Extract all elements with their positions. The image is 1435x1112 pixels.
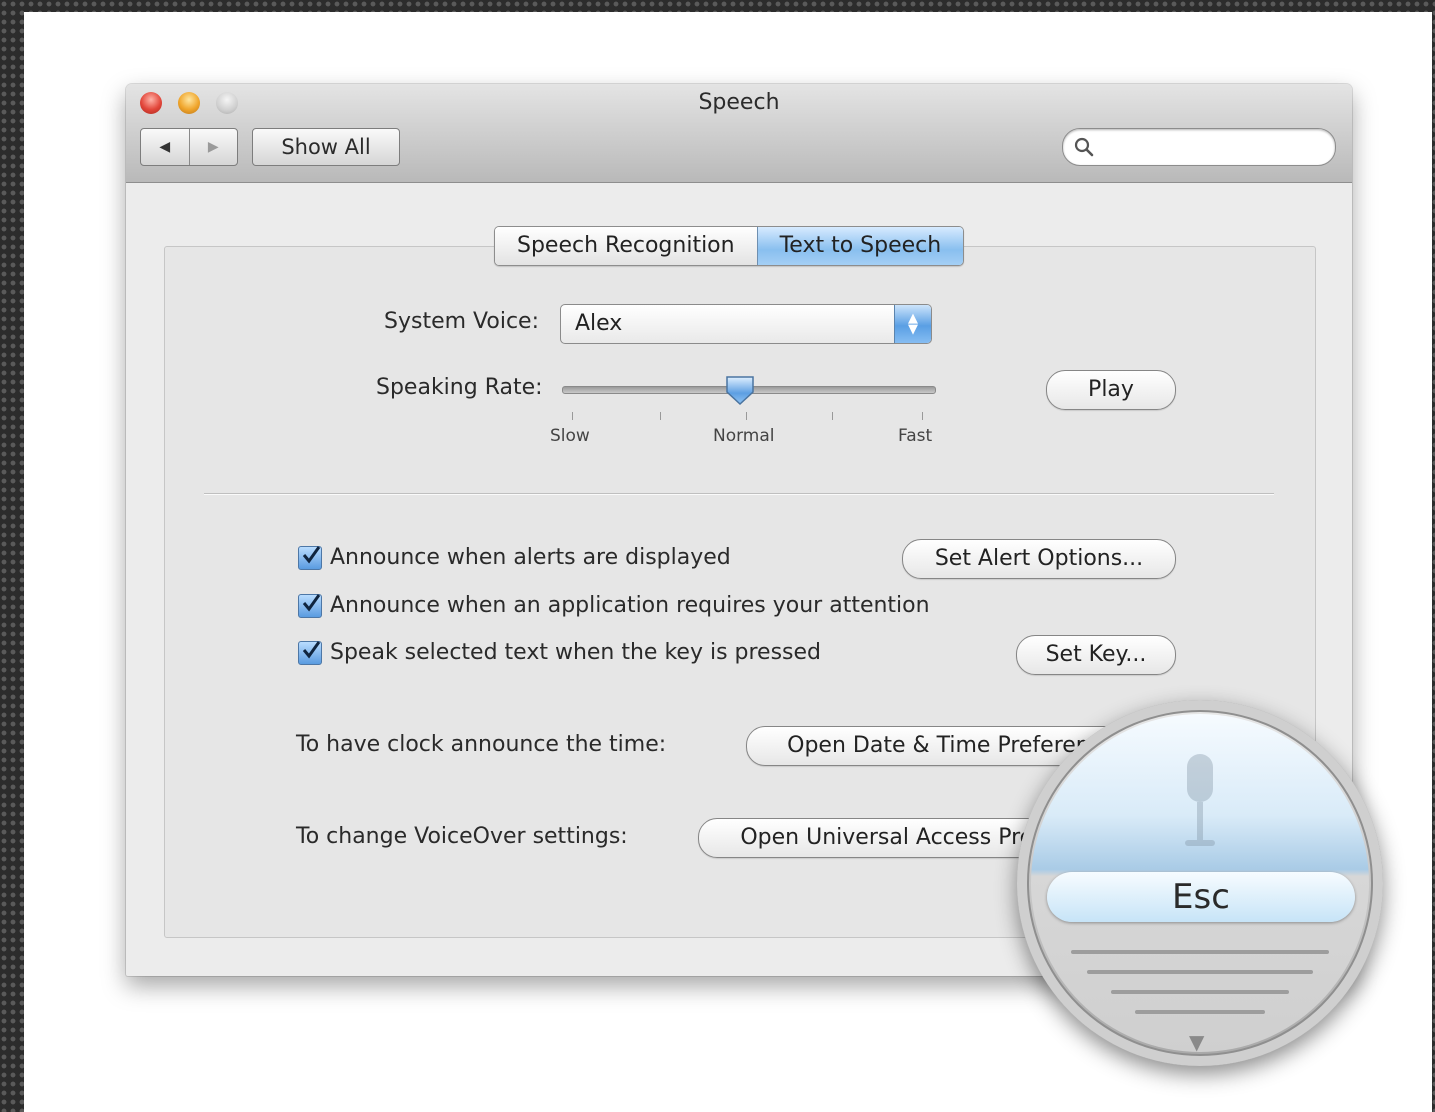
speaking-rate-label: Speaking Rate: <box>376 375 543 400</box>
set-alert-options-button[interactable]: Set Alert Options... <box>902 539 1176 579</box>
announce-attention-label: Announce when an application requires yo… <box>330 593 930 618</box>
tab-bar: Speech Recognition Text to Speech <box>494 226 965 266</box>
slider-tick <box>572 412 573 420</box>
search-field[interactable] <box>1062 128 1336 166</box>
set-key-button[interactable]: Set Key... <box>1016 635 1176 675</box>
slider-tick <box>746 412 747 420</box>
checkmark-icon <box>302 641 321 659</box>
slider-knob[interactable] <box>724 374 756 406</box>
search-icon <box>1074 137 1094 157</box>
checkmark-icon <box>302 594 321 612</box>
magnifier-callout: Esc ▼ <box>1017 700 1383 1066</box>
speak-selected-text-label: Speak selected text when the key is pres… <box>330 640 822 665</box>
system-voice-popup[interactable]: Alex ▲ ▼ <box>560 304 932 344</box>
esc-key-label: Esc <box>1047 872 1355 922</box>
announce-alerts-label: Announce when alerts are displayed <box>330 545 731 570</box>
announce-alerts-checkbox[interactable] <box>298 546 322 570</box>
checkmark-icon <box>302 546 321 564</box>
slider-tick <box>922 412 923 420</box>
magnifier-line <box>1087 970 1313 974</box>
system-voice-label: System Voice: <box>384 309 539 334</box>
back-forward-control: ◀ ▶ <box>140 128 238 166</box>
clock-announce-label: To have clock announce the time: <box>296 732 667 757</box>
section-divider <box>204 493 1274 494</box>
search-input[interactable] <box>1101 133 1325 161</box>
slider-fast-label: Fast <box>898 426 933 446</box>
titlebar: Speech ◀ ▶ Show All <box>126 84 1352 183</box>
slider-tick <box>832 412 833 420</box>
tab-speech-recognition[interactable]: Speech Recognition <box>495 227 757 265</box>
magnifier-line <box>1071 950 1329 954</box>
popup-arrows-icon: ▲ ▼ <box>894 305 931 343</box>
forward-arrow-icon[interactable]: ▶ <box>188 129 238 165</box>
slider-slow-label: Slow <box>550 426 590 446</box>
play-button[interactable]: Play <box>1046 370 1176 410</box>
chevron-down-icon: ▼ <box>1189 1030 1205 1052</box>
system-voice-value: Alex <box>575 311 623 336</box>
back-arrow-icon[interactable]: ◀ <box>141 129 189 165</box>
microphone-icon <box>1185 754 1215 846</box>
window-title: Speech <box>698 90 780 115</box>
magnifier-lens: Esc ▼ <box>1031 714 1369 1052</box>
tab-text-to-speech[interactable]: Text to Speech <box>756 227 964 265</box>
slider-normal-label: Normal <box>713 426 775 446</box>
slider-tick <box>660 412 661 420</box>
speak-selected-text-checkbox[interactable] <box>298 641 322 665</box>
announce-attention-checkbox[interactable] <box>298 594 322 618</box>
voiceover-settings-label: To change VoiceOver settings: <box>296 824 628 849</box>
magnifier-line <box>1111 990 1289 994</box>
canvas: Speech ◀ ▶ Show All Speech Recognition T… <box>24 12 1432 1112</box>
magnifier-line <box>1135 1010 1265 1014</box>
show-all-button[interactable]: Show All <box>252 128 400 166</box>
